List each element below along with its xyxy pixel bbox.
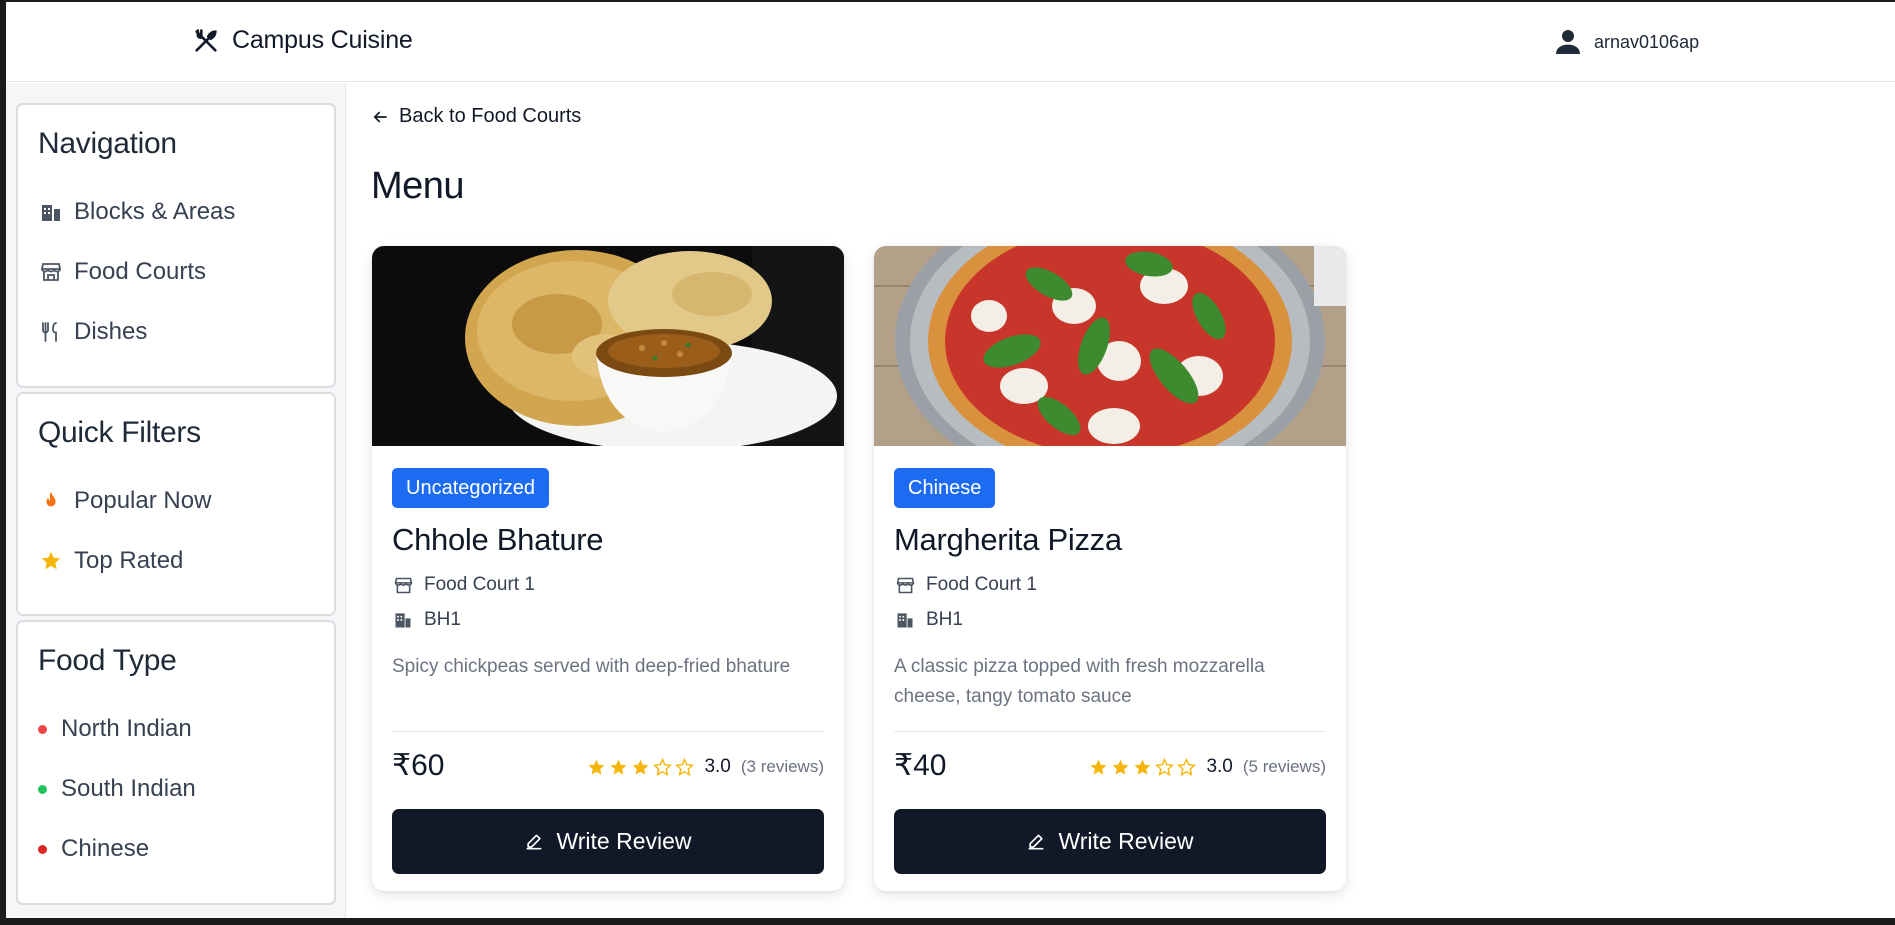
brand[interactable]: Campus Cuisine — [192, 26, 413, 55]
page-title: Menu — [371, 165, 465, 207]
green-dot-icon — [38, 784, 47, 794]
dish-rating: 3.0 (5 reviews) — [1089, 756, 1326, 778]
food-type-panel: Food Type North Indian South Indian Chin… — [16, 620, 336, 905]
dish-image-margherita-pizza — [874, 246, 1346, 491]
username: arnav0106ap — [1594, 31, 1700, 52]
dish-block: BH1 — [392, 609, 461, 631]
nav-label-food-courts: Food Courts — [74, 258, 207, 285]
building-icon — [392, 609, 414, 631]
star-filled-icon — [1135, 759, 1151, 775]
block-label: BH1 — [424, 609, 461, 630]
navigation-panel: Navigation Blocks & Areas Food Courts Di… — [16, 103, 336, 388]
star-filled-icon — [1113, 759, 1129, 775]
utensils-crossed-icon — [192, 27, 220, 55]
food-type-title: Food Type — [38, 644, 177, 677]
rating-stars — [587, 757, 695, 777]
dish-name: Margherita Pizza — [894, 522, 1122, 557]
write-review-button[interactable]: Write Review — [392, 809, 824, 874]
star-filled-icon — [611, 759, 627, 775]
store-icon — [38, 259, 64, 285]
pencil-icon — [1026, 832, 1046, 852]
sidebar: Navigation Blocks & Areas Food Courts Di… — [6, 83, 346, 918]
dish-description: Spicy chickpeas served with deep-fried b… — [392, 656, 791, 677]
filter-label-top-rated: Top Rated — [74, 547, 184, 574]
dish-description: A classic pizza topped with fresh mozzar… — [894, 656, 1265, 707]
quick-filters-title: Quick Filters — [38, 416, 201, 449]
utensils-icon — [38, 319, 64, 345]
arrow-left-icon — [371, 108, 389, 126]
divider — [392, 731, 824, 732]
food-type-label-chinese: Chinese — [61, 835, 150, 862]
main-content: Back to Food Courts Menu Uncategorized C… — [347, 83, 1895, 918]
quick-filters-panel: Quick Filters Popular Now Top Rated — [16, 392, 336, 616]
building-icon — [894, 609, 916, 631]
divider — [894, 731, 1326, 732]
food-type-south-indian[interactable]: South Indian — [38, 775, 196, 803]
dish-food-court: Food Court 1 — [392, 574, 535, 596]
food-court-label: Food Court 1 — [926, 574, 1037, 595]
star-empty-icon — [675, 757, 695, 776]
dish-price: ₹60 — [392, 749, 445, 782]
food-type-label-south-indian: South Indian — [61, 775, 196, 802]
dish-card: Chinese Margherita Pizza Food Court 1 BH… — [874, 246, 1346, 891]
dish-image-chhole-bhature — [372, 246, 844, 451]
back-label: Back to Food Courts — [399, 105, 582, 127]
review-count: (3 reviews) — [740, 757, 824, 776]
back-link[interactable]: Back to Food Courts — [371, 105, 581, 128]
dish-food-court: Food Court 1 — [894, 574, 1037, 596]
brand-name: Campus Cuisine — [232, 26, 413, 54]
food-type-north-indian[interactable]: North Indian — [38, 715, 192, 743]
star-empty-icon — [653, 757, 673, 776]
category-badge: Uncategorized — [392, 468, 549, 508]
nav-label-dishes: Dishes — [74, 318, 148, 345]
block-label: BH1 — [926, 609, 963, 630]
food-type-chinese[interactable]: Chinese — [38, 835, 149, 863]
star-filled-icon — [1091, 759, 1107, 775]
write-review-label: Write Review — [1058, 828, 1194, 854]
write-review-label: Write Review — [556, 828, 692, 854]
nav-item-food-courts[interactable]: Food Courts — [38, 258, 206, 286]
dish-name: Chhole Bhature — [392, 522, 604, 557]
dish-card: Uncategorized Chhole Bhature Food Court … — [372, 246, 844, 891]
dish-block: BH1 — [894, 609, 963, 631]
store-icon — [392, 574, 414, 596]
dish-price: ₹40 — [894, 749, 947, 782]
nav-item-blocks-areas[interactable]: Blocks & Areas — [38, 198, 235, 226]
pencil-icon — [524, 832, 544, 852]
food-court-label: Food Court 1 — [424, 574, 535, 595]
flame-icon — [38, 488, 64, 514]
red-dot-icon — [38, 844, 47, 854]
navigation-title: Navigation — [38, 127, 177, 160]
filter-top-rated[interactable]: Top Rated — [38, 547, 183, 575]
star-filled-icon — [633, 759, 649, 775]
star-icon — [38, 548, 64, 574]
nav-item-dishes[interactable]: Dishes — [38, 318, 147, 346]
nav-label-blocks-areas: Blocks & Areas — [74, 198, 236, 225]
star-filled-icon — [589, 759, 605, 775]
user-icon — [1552, 26, 1584, 58]
red-dot-icon — [38, 724, 47, 734]
write-review-button[interactable]: Write Review — [894, 809, 1326, 874]
rating-value: 3.0 — [704, 756, 731, 777]
star-empty-icon — [1177, 757, 1197, 776]
category-badge: Chinese — [894, 468, 996, 508]
filter-popular-now[interactable]: Popular Now — [38, 487, 211, 515]
store-icon — [894, 574, 916, 596]
review-count: (5 reviews) — [1242, 757, 1326, 776]
rating-stars — [1089, 757, 1197, 777]
user-menu[interactable]: arnav0106ap — [1552, 26, 1699, 58]
filter-label-popular-now: Popular Now — [74, 487, 212, 514]
star-empty-icon — [1155, 757, 1175, 776]
top-bar: Campus Cuisine arnav0106ap — [6, 2, 1895, 82]
food-type-label-north-indian: North Indian — [61, 715, 192, 742]
dish-rating: 3.0 (3 reviews) — [587, 756, 824, 778]
building-icon — [38, 199, 64, 225]
app-window: Campus Cuisine arnav0106ap Navigation Bl… — [6, 2, 1895, 918]
rating-value: 3.0 — [1206, 756, 1233, 777]
